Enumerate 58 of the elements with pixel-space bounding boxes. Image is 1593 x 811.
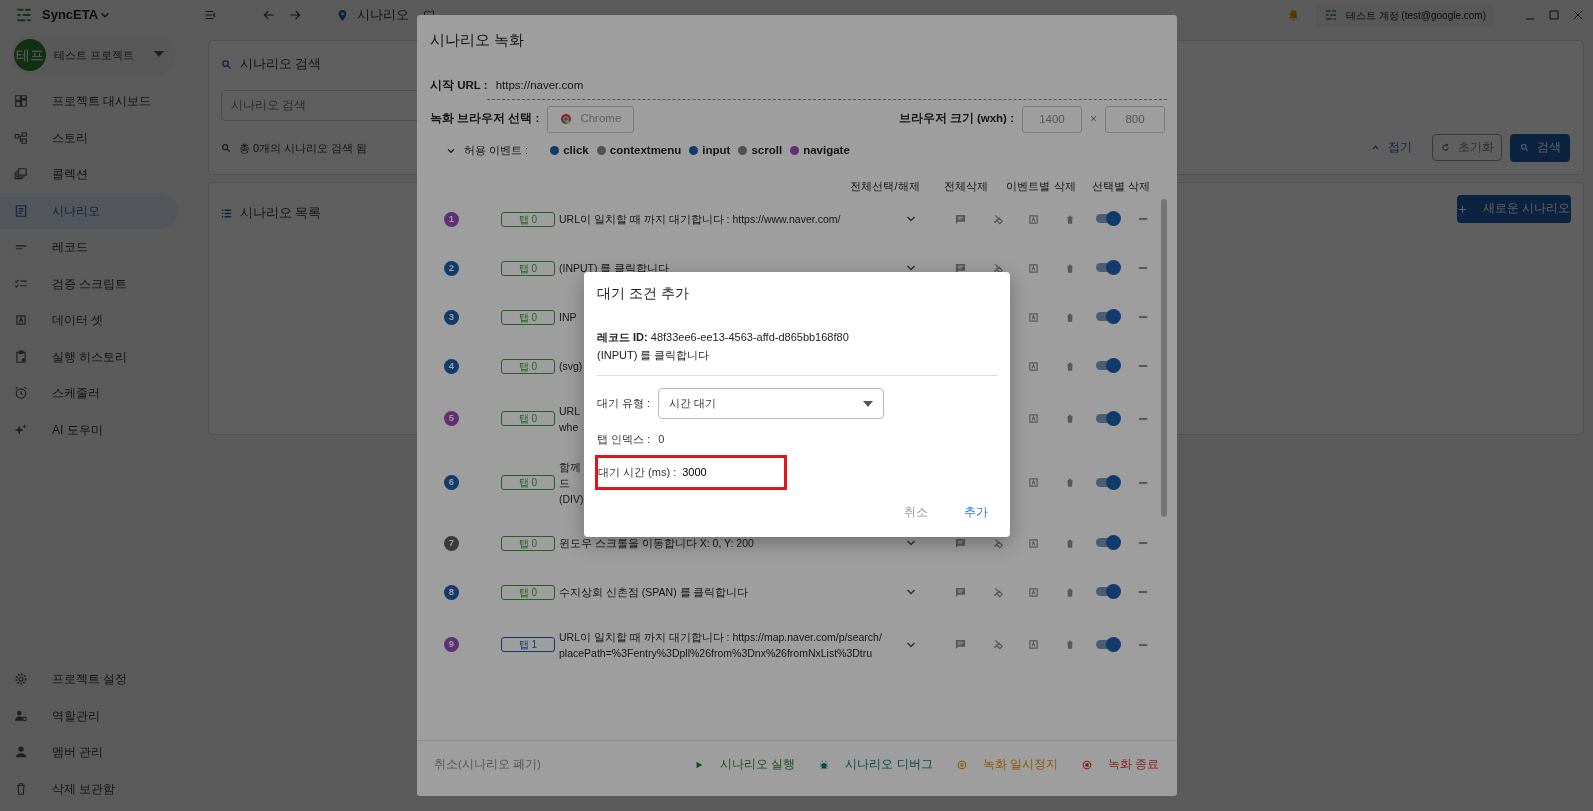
- start-url: https://naver.com: [495, 77, 584, 93]
- step-number: 5: [444, 411, 459, 426]
- step-description: URL이 일치할 때 까지 대기합니다 : https://www.naver.com/: [559, 212, 841, 227]
- step-number: 7: [444, 535, 459, 551]
- step-description: whe: [559, 419, 579, 435]
- field-label: 탭 인덱스 :: [597, 432, 651, 447]
- card-title: 시나리오 목록: [240, 205, 322, 222]
- step-description: (svg): [559, 359, 583, 374]
- field-label: 시작 URL :: [430, 77, 488, 93]
- field-label: 대기 시간 (ms) :: [598, 464, 677, 480]
- event-type: contextmenu: [609, 142, 682, 158]
- step-description: 함께: [559, 459, 581, 475]
- step-number: 1: [444, 211, 459, 227]
- step-number: 8: [444, 584, 459, 600]
- project-avatar: 테프: [14, 39, 46, 71]
- step-description: placePath=%3Fentry%3Dpll%26from%3Dnx%26fromNxList%3Dtru: [559, 645, 873, 661]
- tab-tag: 탭 0: [501, 535, 555, 551]
- event-type: input: [702, 142, 731, 158]
- step-number: 9: [444, 637, 459, 652]
- column-header: 전체삭제: [943, 178, 989, 194]
- tab-tag: 탭 0: [501, 309, 555, 325]
- tab-tag: 탭 0: [501, 260, 555, 276]
- field-label: 브라우저 크기 (wxh) :: [898, 111, 1014, 127]
- step-description: URL이 일치할 때 까지 대기합니다 : https://map.naver.com/p/search/: [559, 629, 882, 645]
- step-number: 6: [444, 475, 459, 490]
- event-type: scroll: [751, 142, 783, 158]
- event-type: navigate: [803, 142, 850, 158]
- step-description: 드: [559, 475, 570, 491]
- event-type: click: [563, 142, 589, 158]
- step-number: 2: [444, 260, 459, 276]
- step-description: INP: [559, 310, 577, 325]
- result-count: 총 0개의 시나리오 검색 됨: [239, 140, 368, 156]
- tab-tag: 탭 0: [501, 358, 555, 374]
- step-number: 3: [444, 309, 459, 325]
- tab-tag: 탭 0: [501, 584, 555, 600]
- field-label: 대기 유형 :: [597, 396, 651, 412]
- step-description: URL: [559, 403, 580, 419]
- card-title: 시나리오 검색: [240, 56, 322, 73]
- app-name: SyncETA: [42, 6, 99, 25]
- tab-tag: 탭 1: [501, 637, 555, 652]
- step-number: 4: [444, 358, 459, 374]
- record-id: 레코드 ID: 48f33ee6-ee13-4563-affd-d865bb168f80: [597, 330, 849, 345]
- modal-title: 시나리오 녹화: [430, 30, 526, 50]
- step-description: (DIV): [559, 491, 584, 507]
- tab-tag: 탭 0: [501, 211, 555, 227]
- step-description: 수지상회 신촌점 (SPAN) 를 클릭합니다: [559, 585, 749, 600]
- step-description: 윈도우 스크롤을 이동합니다 X: 0, Y: 200: [559, 536, 754, 551]
- dialog-title: 대기 조건 추가: [597, 284, 689, 303]
- field-label: 녹화 브라우저 선택 :: [430, 111, 540, 127]
- record-description: (INPUT) 를 클릭합니다: [597, 347, 710, 363]
- tab-index-value: 0: [658, 432, 665, 447]
- tab-tag: 탭 0: [501, 411, 555, 426]
- tab-tag: 탭 0: [501, 475, 555, 490]
- column-header: 선택별 삭제: [1090, 178, 1152, 194]
- column-header: 전체선택/해제: [849, 178, 921, 194]
- events-label: 허용 이벤트 :: [464, 143, 529, 159]
- column-header: 이벤트별 삭제: [1005, 178, 1077, 194]
- times-sign: ×: [1090, 111, 1097, 128]
